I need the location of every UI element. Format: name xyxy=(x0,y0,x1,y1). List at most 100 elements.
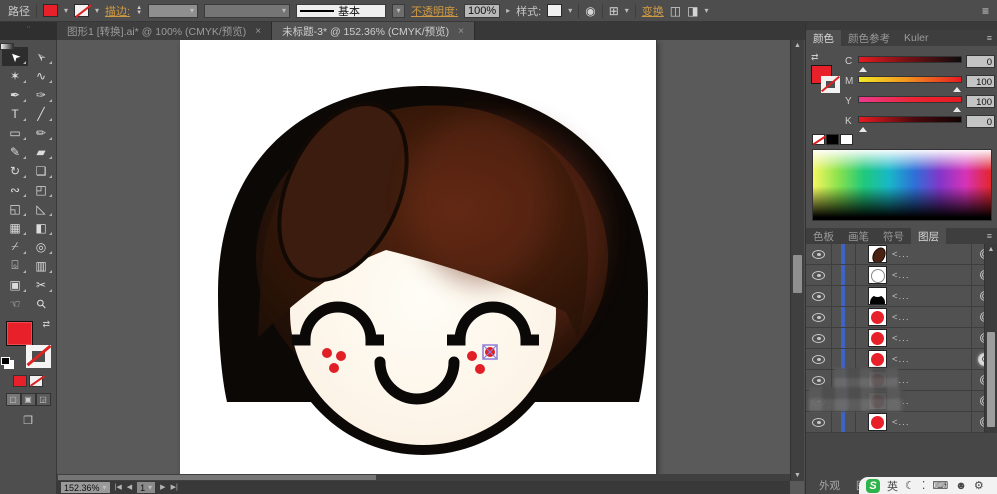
recolor-artwork-icon[interactable]: ◉ xyxy=(585,4,595,18)
rectangle-tool[interactable]: ▭ xyxy=(2,123,28,142)
stroke-dropdown-icon[interactable]: ▾ xyxy=(95,6,99,15)
artboard-navigation-select[interactable]: 1 ▾ xyxy=(137,482,156,493)
magic-wand-tool[interactable]: ✶ xyxy=(2,66,28,85)
layers-scroll-thumb[interactable] xyxy=(987,332,995,427)
white-swatch[interactable] xyxy=(840,134,853,145)
toolbox-stroke-swatch[interactable] xyxy=(26,345,51,368)
tab-layers[interactable]: 图层 xyxy=(911,228,946,244)
zoom-tool[interactable]: ⚲ xyxy=(28,294,54,313)
layer-row-selected[interactable]: <... xyxy=(806,349,997,370)
magenta-slider[interactable] xyxy=(858,73,962,92)
tools-panel-grip[interactable]: ∙∙ xyxy=(0,22,57,40)
tab-brushes[interactable]: 画笔 xyxy=(841,228,876,244)
type-tool[interactable]: T xyxy=(2,104,28,123)
visibility-toggle[interactable] xyxy=(806,328,832,348)
cyan-value-input[interactable]: 0 xyxy=(966,54,995,68)
artboard[interactable] xyxy=(180,40,657,475)
style-dropdown-icon[interactable]: ▾ xyxy=(568,6,572,15)
first-artboard-button[interactable]: |◀ xyxy=(115,482,122,493)
horizontal-scroll-thumb[interactable] xyxy=(58,475,376,480)
user-icon[interactable]: ☻ xyxy=(955,480,967,492)
color-swap-icon[interactable]: ⇄ xyxy=(811,52,819,62)
shape-builder-tool[interactable]: ◱ xyxy=(2,199,28,218)
vertical-scroll-thumb[interactable] xyxy=(793,255,802,293)
rotate-tool[interactable]: ↻ xyxy=(2,161,28,180)
opacity-link[interactable]: 不透明度: xyxy=(411,3,458,19)
layer-name[interactable]: <... xyxy=(887,270,971,281)
draw-inside-button[interactable]: ◲ xyxy=(35,393,51,406)
select-similar-icon[interactable]: ⊞ xyxy=(609,4,619,18)
tab-swatches[interactable]: 色板 xyxy=(806,228,841,244)
draw-normal-button[interactable]: ▢ xyxy=(5,393,21,406)
layer-thumbnail[interactable] xyxy=(868,413,887,431)
free-transform-tool[interactable]: ◰ xyxy=(28,180,54,199)
layer-row[interactable]: <... xyxy=(806,286,997,307)
layer-row[interactable]: <... xyxy=(806,307,997,328)
screen-mode-button[interactable]: ❐ xyxy=(20,414,36,427)
black-slider[interactable] xyxy=(858,113,962,132)
color-stroke-swatch[interactable] xyxy=(821,76,840,93)
layers-scroll-up-icon[interactable]: ▲ xyxy=(985,246,997,253)
tab-kuler[interactable]: Kuler xyxy=(897,30,936,46)
draw-behind-button[interactable]: ▣ xyxy=(20,393,36,406)
graph-tool[interactable]: ▥ xyxy=(28,256,54,275)
curvature-pen-tool[interactable]: ✑ xyxy=(28,85,54,104)
layer-name[interactable]: <... xyxy=(887,312,971,323)
tab-document-2[interactable]: 未标题-3* @ 152.36% (CMYK/预览) × xyxy=(272,22,475,40)
tab-document-2-close-icon[interactable]: × xyxy=(458,26,464,37)
none-swatch[interactable] xyxy=(812,134,825,145)
visibility-toggle[interactable] xyxy=(806,286,832,306)
layer-row[interactable]: <... xyxy=(806,244,997,265)
toolbox-fill-swatch[interactable] xyxy=(6,321,33,346)
layer-thumbnail[interactable] xyxy=(868,266,887,284)
visibility-toggle[interactable] xyxy=(806,307,832,327)
layer-row[interactable]: <... xyxy=(806,328,997,349)
zoom-level-select[interactable]: 152.36% ▾ xyxy=(61,482,110,493)
left-cheek-dot[interactable] xyxy=(329,363,339,373)
yellow-value-input[interactable]: 100 xyxy=(966,94,995,108)
ime-language-toggle[interactable]: 英 xyxy=(887,478,898,494)
prev-artboard-button[interactable]: ◀ xyxy=(127,482,132,493)
keyboard-icon[interactable]: ⌨ xyxy=(932,479,948,492)
canvas-area[interactable]: ▲ ▼ 152.36% ▾ |◀ ◀ 1 ▾ ▶ ▶| xyxy=(57,40,804,494)
swap-fill-stroke-icon[interactable]: ⇄ xyxy=(42,319,50,330)
brush-dropdown-button[interactable]: ▾ xyxy=(392,3,406,18)
layer-thumbnail[interactable] xyxy=(868,350,887,368)
align-icon[interactable]: ◫ xyxy=(670,4,681,18)
layer-thumbnail[interactable] xyxy=(868,329,887,347)
layer-name[interactable]: <... xyxy=(887,291,971,302)
direct-selection-tool[interactable]: ➣ xyxy=(28,47,54,66)
layers-scrollbar[interactable]: ▲ xyxy=(984,244,997,433)
tab-appearance[interactable]: 外观 xyxy=(812,477,847,494)
stroke-width-stepper[interactable]: ▲ ▼ xyxy=(136,5,142,16)
pencil-tool[interactable]: ✎ xyxy=(2,142,28,161)
eyedropper-tool[interactable]: ⌿ xyxy=(2,237,28,256)
layer-thumbnail[interactable] xyxy=(868,287,887,305)
layer-row[interactable]: <... xyxy=(806,265,997,286)
visibility-toggle[interactable] xyxy=(806,265,832,285)
scroll-up-icon[interactable]: ▲ xyxy=(791,42,804,49)
moon-icon[interactable]: ☾ xyxy=(905,479,915,492)
slice-tool[interactable]: ✂ xyxy=(28,275,54,294)
scroll-down-icon[interactable]: ▼ xyxy=(791,472,804,479)
select-similar-dropdown-icon[interactable]: ▾ xyxy=(625,6,629,15)
panel-menu-icon[interactable]: ≡ xyxy=(982,4,989,18)
line-tool[interactable]: ╱ xyxy=(28,104,54,123)
tab-color-guide[interactable]: 颜色参考 xyxy=(841,30,897,46)
layers-panel-menu-icon[interactable]: ≡ xyxy=(987,231,997,241)
canvas-artwork[interactable] xyxy=(180,40,657,475)
step-down-icon[interactable]: ▼ xyxy=(136,10,142,16)
black-swatch[interactable] xyxy=(826,134,839,145)
layer-name[interactable]: <... xyxy=(887,375,971,386)
right-cheek-dot[interactable] xyxy=(467,351,477,361)
dots-icon[interactable]: ⁚ xyxy=(922,479,926,492)
width-tool[interactable]: ∾ xyxy=(2,180,28,199)
distribute-icon[interactable]: ◨ xyxy=(687,4,698,18)
perspective-grid-tool[interactable]: ◺ xyxy=(28,199,54,218)
fill-color-swatch[interactable] xyxy=(43,4,58,17)
artboard-tool[interactable]: ▣ xyxy=(2,275,28,294)
paintbrush-tool[interactable]: ✏ xyxy=(28,123,54,142)
black-value-input[interactable]: 0 xyxy=(966,114,995,128)
last-artboard-button[interactable]: ▶| xyxy=(171,482,178,493)
stroke-width-select[interactable]: ▾ xyxy=(148,3,199,18)
